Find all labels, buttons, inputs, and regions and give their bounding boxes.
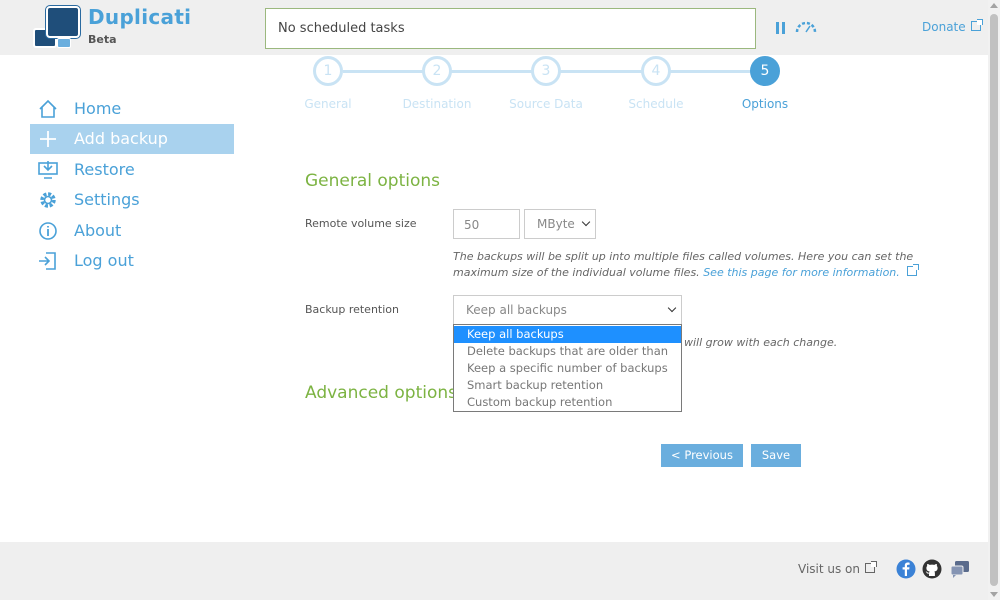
remote-volume-size-label: Remote volume size — [305, 217, 417, 230]
sidebar-item-label: Home — [74, 99, 122, 118]
step-label-options[interactable]: Options — [715, 97, 815, 111]
github-icon[interactable] — [922, 559, 942, 579]
footer: Visit us on — [0, 542, 988, 600]
external-link-icon — [906, 264, 919, 276]
status-text: No scheduled tasks — [278, 21, 405, 36]
visit-us-link[interactable]: Visit us on — [798, 561, 878, 576]
general-options-title: General options — [305, 171, 441, 191]
sidebar-item-log-out[interactable]: Log out — [30, 246, 234, 276]
scroll-thumb[interactable] — [990, 14, 998, 586]
throttle-icon[interactable] — [795, 20, 817, 34]
retention-option[interactable]: Keep a specific number of backups — [454, 360, 681, 377]
backup-retention-select[interactable]: Keep all backups — [453, 295, 682, 325]
volume-size-input[interactable]: 50 — [453, 209, 520, 239]
volume-unit-value: MByte — [537, 217, 575, 231]
external-link-icon — [865, 561, 878, 573]
sidebar-item-label: Restore — [74, 160, 135, 179]
sidebar-item-label: About — [74, 221, 122, 240]
step-label-general[interactable]: General — [278, 97, 378, 111]
retention-option[interactable]: Smart backup retention — [454, 377, 681, 394]
step-2[interactable]: 2 — [422, 56, 452, 86]
chevron-down-icon — [667, 303, 677, 313]
scroll-up-arrow[interactable] — [990, 3, 998, 8]
pause-icon[interactable] — [776, 22, 786, 34]
gear-icon — [40, 192, 56, 208]
step-3[interactable]: 3 — [531, 56, 561, 86]
forum-icon[interactable] — [950, 559, 970, 579]
restore-icon — [38, 161, 58, 179]
step-label-destination[interactable]: Destination — [387, 97, 487, 111]
sidebar-item-restore[interactable]: Restore — [30, 155, 234, 185]
sidebar-item-add-backup[interactable]: Add backup — [30, 124, 234, 154]
app-badge: Beta — [88, 33, 117, 46]
backup-retention-value: Keep all backups — [466, 303, 567, 317]
retention-option[interactable]: Keep all backups — [454, 326, 681, 343]
info-icon — [39, 222, 57, 240]
app-name[interactable]: Duplicati — [88, 5, 191, 29]
step-label-schedule[interactable]: Schedule — [606, 97, 706, 111]
sidebar-item-about[interactable]: About — [30, 216, 234, 246]
retention-option[interactable]: Custom backup retention — [454, 394, 681, 411]
donate-link[interactable]: Donate — [922, 19, 983, 34]
duplicati-logo[interactable] — [33, 6, 81, 48]
step-5[interactable]: 5 — [750, 56, 780, 86]
volume-help-line-2: maximum size of the individual volume fi… — [453, 266, 700, 279]
logout-icon — [39, 252, 56, 270]
backup-retention-label: Backup retention — [305, 303, 399, 316]
step-label-source-data[interactable]: Source Data — [496, 97, 596, 111]
chevron-down-icon — [581, 217, 591, 227]
home-icon — [39, 99, 57, 118]
save-button[interactable]: Save — [751, 444, 801, 467]
external-link-icon — [970, 19, 983, 31]
sidebar-item-label: Add backup — [74, 129, 168, 148]
sidebar-item-label: Settings — [74, 190, 140, 209]
retention-dropdown-list: Keep all backups Delete backups that are… — [453, 324, 682, 412]
step-4[interactable]: 4 — [641, 56, 671, 86]
advanced-options-title[interactable]: Advanced options — [305, 383, 457, 403]
previous-button[interactable]: < Previous — [661, 444, 743, 467]
scroll-down-arrow[interactable] — [990, 592, 998, 597]
volume-help-line-1: The backups will be split up into multip… — [453, 250, 914, 263]
retention-help-text: will grow with each change. — [684, 336, 838, 349]
facebook-icon[interactable] — [896, 559, 916, 579]
volume-unit-select[interactable]: MByte — [524, 209, 596, 239]
sidebar-item-settings[interactable]: Settings — [30, 185, 234, 215]
more-info-link[interactable]: See this page for more information. — [703, 266, 900, 279]
sidebar-item-home[interactable]: Home — [30, 94, 234, 124]
volume-help-text: The backups will be split up into multip… — [453, 249, 919, 281]
plus-icon — [40, 131, 56, 147]
sidebar-item-label: Log out — [74, 251, 134, 270]
scrollbar[interactable] — [988, 0, 1000, 600]
step-1[interactable]: 1 — [313, 56, 343, 86]
donate-label: Donate — [922, 20, 966, 34]
status-box: No scheduled tasks — [265, 8, 756, 49]
header: Duplicati Beta No scheduled tasks Donate — [0, 0, 988, 55]
visit-us-label: Visit us on — [798, 562, 861, 576]
retention-option[interactable]: Delete backups that are older than — [454, 343, 681, 360]
